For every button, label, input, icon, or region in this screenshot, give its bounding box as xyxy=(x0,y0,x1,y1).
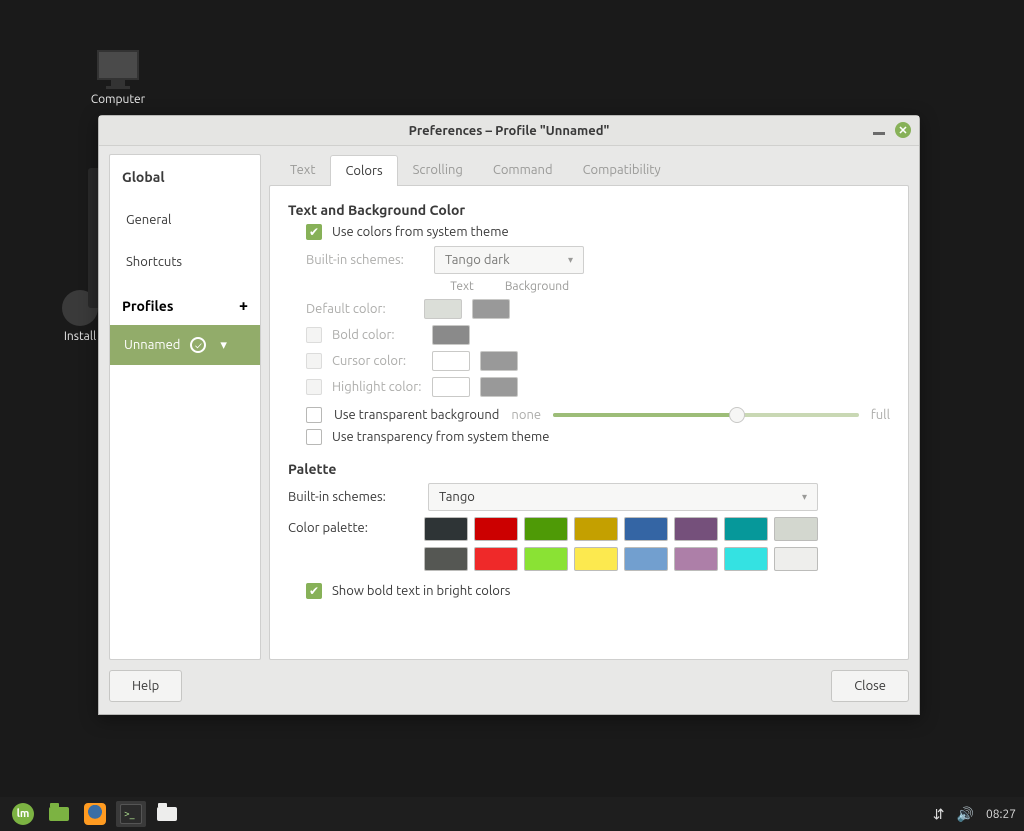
profile-label: Unnamed xyxy=(124,338,180,352)
palette-swatch-14[interactable] xyxy=(724,547,768,571)
help-button[interactable]: Help xyxy=(109,670,182,702)
highlight-color-row: Highlight color: xyxy=(288,377,890,397)
palette-builtin-row: Built-in schemes: Tango ▾ xyxy=(288,483,890,511)
terminal-icon: >_ xyxy=(120,804,142,824)
palette-swatch-7[interactable] xyxy=(774,517,818,541)
folder-icon xyxy=(49,807,69,821)
window-title: Preferences – Profile "Unnamed" xyxy=(409,124,610,138)
sidebar-item-shortcuts[interactable]: Shortcuts xyxy=(110,241,260,283)
transparency-system-row: Use transparency from system theme xyxy=(288,429,890,445)
sidebar-item-general[interactable]: General xyxy=(110,199,260,241)
sidebar-profiles-header: Profiles + xyxy=(110,283,260,325)
menu-button[interactable]: lm xyxy=(8,801,38,827)
palette-swatch-9[interactable] xyxy=(474,547,518,571)
add-profile-button[interactable]: + xyxy=(239,297,248,315)
transparent-bg-row: Use transparent background none full xyxy=(288,407,890,423)
builtin-schemes-select[interactable]: Tango dark ▾ xyxy=(434,246,584,274)
volume-icon[interactable]: 🔊 xyxy=(957,806,974,823)
preferences-window: Preferences – Profile "Unnamed" ✕ Global… xyxy=(98,115,920,715)
palette-swatch-6[interactable] xyxy=(724,517,768,541)
use-system-theme-row: ✔ Use colors from system theme xyxy=(288,224,890,240)
palette-swatch-2[interactable] xyxy=(524,517,568,541)
palette-row: Color palette: xyxy=(288,517,890,571)
palette-swatch-4[interactable] xyxy=(624,517,668,541)
tab-compatibility[interactable]: Compatibility xyxy=(568,154,676,185)
transparent-bg-checkbox[interactable] xyxy=(306,407,322,423)
profile-menu-caret[interactable]: ▾ xyxy=(220,338,227,353)
highlight-text-color-swatch[interactable] xyxy=(432,377,470,397)
monitor-icon xyxy=(97,50,139,80)
palette-swatch-3[interactable] xyxy=(574,517,618,541)
palette-swatch-0[interactable] xyxy=(424,517,468,541)
window-titlebar[interactable]: Preferences – Profile "Unnamed" ✕ xyxy=(99,116,919,146)
profile-status-icon: ✓ xyxy=(190,337,206,353)
palette-swatch-15[interactable] xyxy=(774,547,818,571)
transparency-system-checkbox[interactable] xyxy=(306,429,322,445)
window-minimize-button[interactable] xyxy=(873,132,885,135)
desktop-icon-computer[interactable]: Computer xyxy=(78,50,158,106)
mint-logo-icon: lm xyxy=(12,803,34,825)
files-icon xyxy=(157,807,177,821)
palette-swatch-5[interactable] xyxy=(674,517,718,541)
highlight-color-checkbox[interactable] xyxy=(306,379,322,395)
palette-swatch-12[interactable] xyxy=(624,547,668,571)
builtin-schemes-label: Built-in schemes: xyxy=(306,253,424,267)
tab-bar: Text Colors Scrolling Command Compatibil… xyxy=(269,154,909,185)
chevron-down-icon: ▾ xyxy=(802,491,807,503)
palette-swatch-13[interactable] xyxy=(674,547,718,571)
palette-swatch-11[interactable] xyxy=(574,547,618,571)
bold-text-color-swatch[interactable] xyxy=(432,325,470,345)
slider-thumb[interactable] xyxy=(729,407,745,423)
network-icon[interactable]: ⇵ xyxy=(933,806,945,823)
tab-colors[interactable]: Colors xyxy=(330,155,397,186)
cursor-bg-color-swatch[interactable] xyxy=(480,351,518,371)
taskbar-firefox[interactable] xyxy=(80,801,110,827)
palette-swatch-1[interactable] xyxy=(474,517,518,541)
bold-color-row: Bold color: xyxy=(288,325,890,345)
close-button[interactable]: Close xyxy=(831,670,909,702)
desktop-icon-label: Computer xyxy=(78,93,158,106)
color-columns-header: Text Background xyxy=(288,280,890,293)
builtin-schemes-row: Built-in schemes: Tango dark ▾ xyxy=(288,246,890,274)
palette-swatch-8[interactable] xyxy=(424,547,468,571)
transparency-slider[interactable] xyxy=(553,413,859,417)
window-footer: Help Close xyxy=(99,660,919,714)
taskbar-files[interactable] xyxy=(152,801,182,827)
text-bg-section-title: Text and Background Color xyxy=(288,202,890,218)
default-bg-color-swatch[interactable] xyxy=(472,299,510,319)
preferences-sidebar: Global General Shortcuts Profiles + Unna… xyxy=(109,154,261,660)
taskbar-clock[interactable]: 08:27 xyxy=(986,808,1016,821)
window-close-button[interactable]: ✕ xyxy=(895,122,911,138)
tab-scrolling[interactable]: Scrolling xyxy=(398,154,478,185)
cursor-text-color-swatch[interactable] xyxy=(432,351,470,371)
tab-text[interactable]: Text xyxy=(275,154,330,185)
taskbar-show-desktop[interactable] xyxy=(44,801,74,827)
taskbar-terminal[interactable]: >_ xyxy=(116,801,146,827)
sidebar-global-header: Global xyxy=(110,155,260,199)
sidebar-profile-unnamed[interactable]: Unnamed ✓ ▾ xyxy=(110,325,260,365)
taskbar: lm >_ ⇵ 🔊 08:27 xyxy=(0,797,1024,831)
default-color-row: Default color: xyxy=(288,299,890,319)
firefox-icon xyxy=(84,803,106,825)
bold-bright-checkbox[interactable]: ✔ xyxy=(306,583,322,599)
use-system-theme-label: Use colors from system theme xyxy=(332,225,509,239)
tab-command[interactable]: Command xyxy=(478,154,568,185)
bold-bright-row: ✔ Show bold text in bright colors xyxy=(288,583,890,599)
cursor-color-checkbox[interactable] xyxy=(306,353,322,369)
palette-builtin-select[interactable]: Tango ▾ xyxy=(428,483,818,511)
bold-color-checkbox[interactable] xyxy=(306,327,322,343)
default-text-color-swatch[interactable] xyxy=(424,299,462,319)
highlight-bg-color-swatch[interactable] xyxy=(480,377,518,397)
colors-panel: Text and Background Color ✔ Use colors f… xyxy=(269,185,909,660)
palette-grid xyxy=(424,517,818,571)
preferences-content: Text Colors Scrolling Command Compatibil… xyxy=(269,154,909,660)
palette-section-title: Palette xyxy=(288,461,890,477)
use-system-theme-checkbox[interactable]: ✔ xyxy=(306,224,322,240)
cursor-color-row: Cursor color: xyxy=(288,351,890,371)
chevron-down-icon: ▾ xyxy=(568,254,573,266)
palette-swatch-10[interactable] xyxy=(524,547,568,571)
